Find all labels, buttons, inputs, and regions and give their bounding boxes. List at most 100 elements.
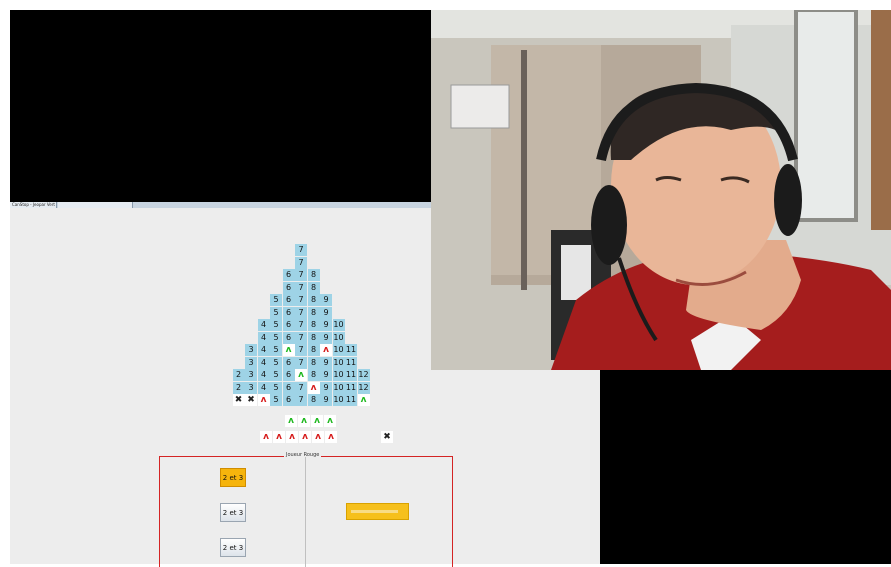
board-cell: 5 (270, 344, 282, 356)
board-cell: 6 (282, 331, 295, 344)
turn-progress-bar (346, 503, 409, 520)
red-marker-icon: ʌ (320, 344, 332, 356)
board-cell: 11 (345, 394, 357, 406)
board-cell: 5 (270, 319, 282, 331)
board-cell: 7 (295, 394, 307, 406)
webcam-image (431, 10, 891, 370)
pawn-icon: ✖ (381, 431, 393, 443)
board-cell: 6 (282, 294, 295, 306)
board-cell: 11 (345, 356, 357, 369)
board-cell: 4 (257, 331, 270, 344)
board-cell: 8 (307, 306, 320, 319)
board-cell: 3 (245, 344, 257, 356)
board-cell: 7 (295, 344, 307, 356)
board-cell: 3 (245, 356, 257, 369)
board-cell: 11 (345, 369, 357, 381)
board-cell: 8 (307, 269, 320, 281)
board-cell: 12 (357, 369, 370, 381)
board-cell: 7 (295, 356, 307, 369)
board-cell: 7 (295, 256, 307, 269)
board-cell: 9 (320, 294, 332, 306)
board-cell: 5 (270, 356, 282, 369)
board-cell: 6 (282, 394, 295, 406)
board-cell: 3 (245, 381, 257, 394)
red-marker-icon: ʌ (260, 431, 272, 443)
dice-choice-button[interactable]: 2 et 3 (220, 468, 246, 487)
board-cell: 9 (320, 369, 332, 381)
board-cell: 8 (307, 344, 320, 356)
green-marker-icon: ʌ (298, 415, 310, 427)
board-cell: 6 (282, 306, 295, 319)
board-cell: 4 (257, 319, 270, 331)
red-marker-icon: ʌ (273, 431, 285, 443)
board-cell: 6 (282, 356, 295, 369)
board-cell: 11 (345, 381, 357, 394)
red-marker-icon: ʌ (312, 431, 324, 443)
board-cell: 6 (282, 381, 295, 394)
board-cell: 6 (282, 281, 295, 294)
board-cell: 10 (332, 344, 345, 356)
board-cell: 4 (257, 356, 270, 369)
dice-choice-button[interactable]: 2 et 3 (220, 503, 246, 522)
board-cell: 2 (232, 369, 245, 381)
board-cell: 10 (332, 356, 345, 369)
board-cell: 4 (257, 344, 270, 356)
webcam-video (431, 10, 891, 370)
board-cell: 4 (257, 369, 270, 381)
progress-fill (351, 510, 398, 513)
board-cell: 8 (307, 294, 320, 306)
board-cell: 10 (332, 369, 345, 381)
red-marker-icon: ʌ (257, 394, 270, 406)
board-cell: 6 (282, 369, 295, 381)
board-cell: 10 (332, 394, 345, 406)
board-cell: 5 (270, 381, 282, 394)
board-cell: 4 (257, 381, 270, 394)
panel-divider (305, 457, 306, 567)
board-cell: 8 (307, 356, 320, 369)
board-cell: 10 (332, 319, 345, 331)
board-cell: 8 (307, 369, 320, 381)
dice-choice-button[interactable]: 2 et 3 (220, 538, 246, 557)
player-panel-legend: Joueur Rouge (284, 451, 322, 459)
green-marker-icon: ʌ (311, 415, 323, 427)
board-cell: 8 (307, 319, 320, 331)
pawn-icon: ✖ (245, 394, 257, 406)
board-cell: 10 (332, 331, 345, 344)
board-cell: 11 (345, 344, 357, 356)
board-cell: 8 (307, 281, 320, 294)
board-cell: 7 (295, 331, 307, 344)
green-marker-icon: ʌ (282, 344, 295, 356)
board-cell: 5 (270, 331, 282, 344)
board-cell: 7 (295, 319, 307, 331)
board-cell: 9 (320, 319, 332, 331)
board-cell: 6 (282, 269, 295, 281)
board-cell: 10 (332, 381, 345, 394)
board-cell: 12 (357, 381, 370, 394)
board-cell: 6 (282, 319, 295, 331)
board-cell: 9 (320, 306, 332, 319)
video-area-black-right (600, 370, 891, 564)
red-marker-icon: ʌ (286, 431, 298, 443)
board-cell: 7 (295, 381, 307, 394)
green-marker-icon: ʌ (295, 369, 307, 381)
board-cell: 7 (295, 281, 307, 294)
green-marker-icon: ʌ (324, 415, 336, 427)
red-marker-icon: ʌ (325, 431, 337, 443)
board-cell: 5 (270, 394, 282, 406)
green-marker-icon: ʌ (357, 394, 370, 406)
board-cell: 8 (307, 394, 320, 406)
board-cell: 9 (320, 331, 332, 344)
red-marker-icon: ʌ (307, 381, 320, 394)
board-cell: 5 (270, 294, 282, 306)
board-cell: 8 (307, 331, 320, 344)
board-cell: 9 (320, 356, 332, 369)
red-marker-icon: ʌ (299, 431, 311, 443)
board-cell: 7 (295, 306, 307, 319)
board-cell: 5 (270, 369, 282, 381)
board-cell: 7 (295, 244, 307, 256)
board-cell: 7 (295, 269, 307, 281)
board-cell: 2 (232, 381, 245, 394)
board-cell: 3 (245, 369, 257, 381)
pawn-icon: ✖ (232, 394, 245, 406)
board-cell: 5 (270, 306, 282, 319)
